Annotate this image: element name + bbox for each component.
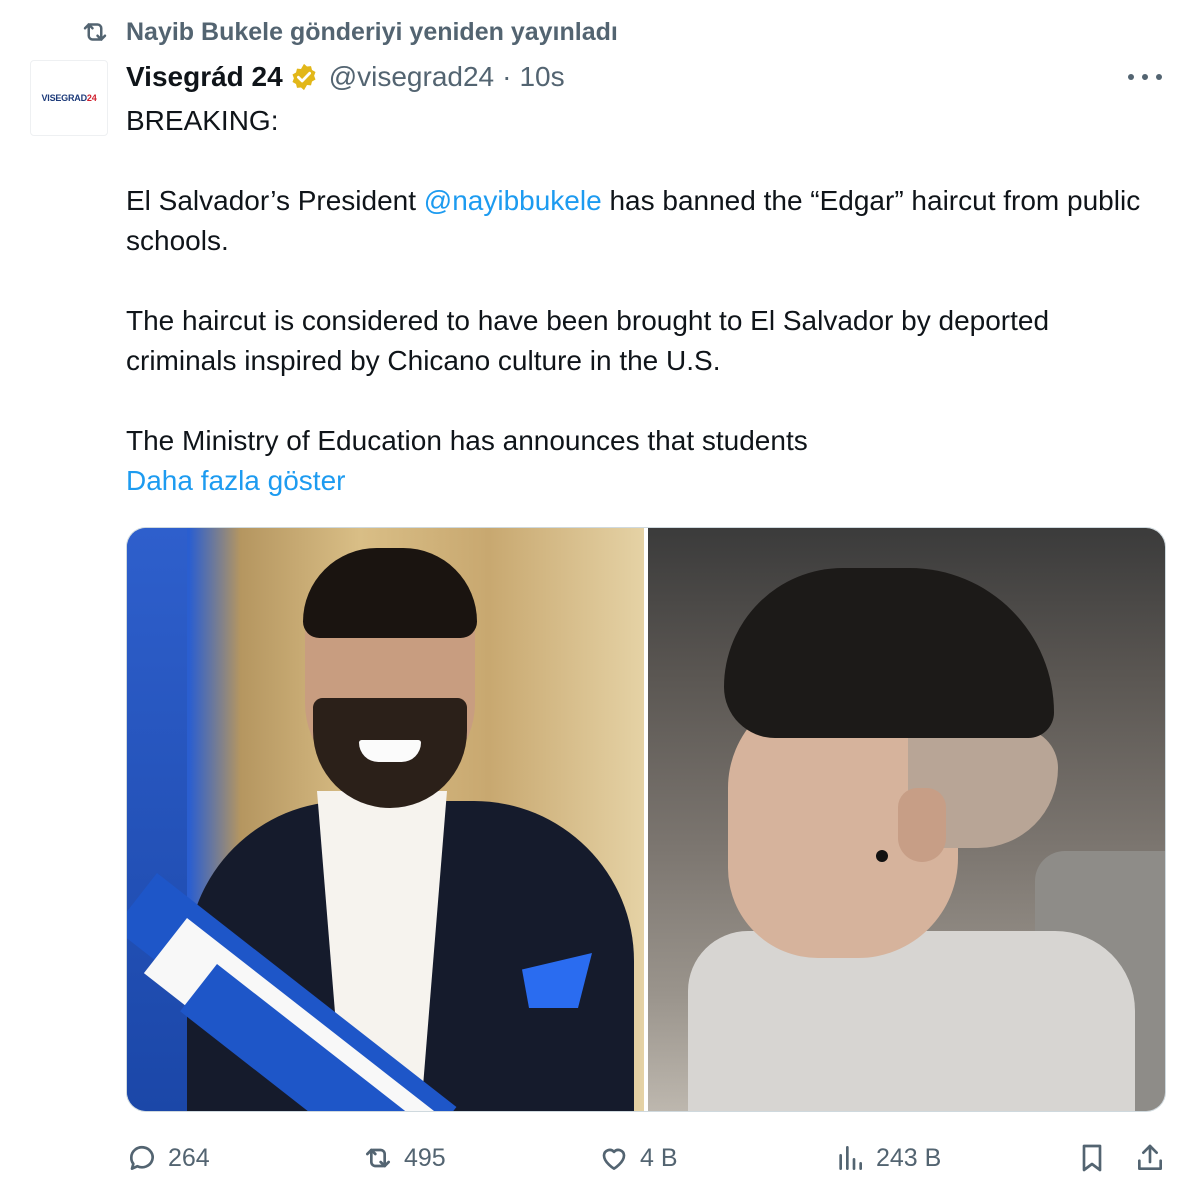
- reply-icon: [129, 1145, 154, 1170]
- share-icon: [1138, 1144, 1162, 1170]
- mention-link[interactable]: @nayibbukele: [424, 185, 602, 216]
- repost-banner-text: Nayib Bukele gönderiyi yeniden yayınladı: [126, 17, 618, 46]
- handle[interactable]: @visegrad24: [329, 61, 494, 93]
- dot-icon: [1156, 74, 1162, 80]
- verified-gold-badge-icon[interactable]: [289, 62, 319, 92]
- views-chart-icon: [839, 1146, 862, 1170]
- photo-president[interactable]: [127, 528, 644, 1111]
- share-button[interactable]: [1134, 1142, 1166, 1174]
- avatar[interactable]: VISEGRAD24: [30, 60, 108, 136]
- repost-icon: [83, 23, 107, 41]
- tweet-line-breaking: BREAKING:: [126, 105, 279, 136]
- show-more-link[interactable]: Daha fazla göster: [126, 461, 1166, 501]
- repost-icon: [366, 1148, 390, 1168]
- tweet-header: Visegrád 24 @visegrad24 · 10s: [126, 56, 565, 98]
- bookmark-button[interactable]: [1076, 1142, 1108, 1174]
- repost-button[interactable]: 495: [362, 1142, 598, 1174]
- media-grid: [126, 527, 1166, 1112]
- timestamp[interactable]: 10s: [519, 61, 564, 93]
- display-name[interactable]: Visegrád 24: [126, 61, 283, 93]
- action-bar: 264 495 4 B 243 B: [126, 1132, 1166, 1178]
- like-count: 4 B: [640, 1143, 678, 1172]
- repost-count: 495: [404, 1143, 446, 1172]
- dot-icon: [1128, 74, 1134, 80]
- views-count: 243 B: [876, 1143, 942, 1172]
- views-button[interactable]: 243 B: [834, 1142, 1076, 1174]
- dot-icon: [1142, 74, 1148, 80]
- tweet-paragraph-3: The haircut is considered to have been b…: [126, 305, 1050, 376]
- tweet-text: BREAKING: El Salvador’s President @nayib…: [126, 101, 1166, 501]
- repost-banner[interactable]: Nayib Bukele gönderiyi yeniden yayınladı: [80, 14, 618, 50]
- more-options-button[interactable]: [1128, 64, 1162, 90]
- tweet-paragraph-4: The Ministry of Education has announces …: [126, 425, 808, 456]
- photo-haircut[interactable]: [648, 528, 1165, 1111]
- separator-dot: ·: [502, 61, 512, 92]
- like-button[interactable]: 4 B: [598, 1142, 834, 1174]
- tweet-paragraph-2: El Salvador’s President @nayibbukele has…: [126, 185, 1141, 256]
- heart-icon: [602, 1148, 626, 1170]
- bookmark-icon: [1082, 1144, 1102, 1172]
- reply-count: 264: [168, 1143, 210, 1172]
- reply-button[interactable]: 264: [126, 1142, 362, 1174]
- avatar-logo: VISEGRAD24: [41, 93, 97, 103]
